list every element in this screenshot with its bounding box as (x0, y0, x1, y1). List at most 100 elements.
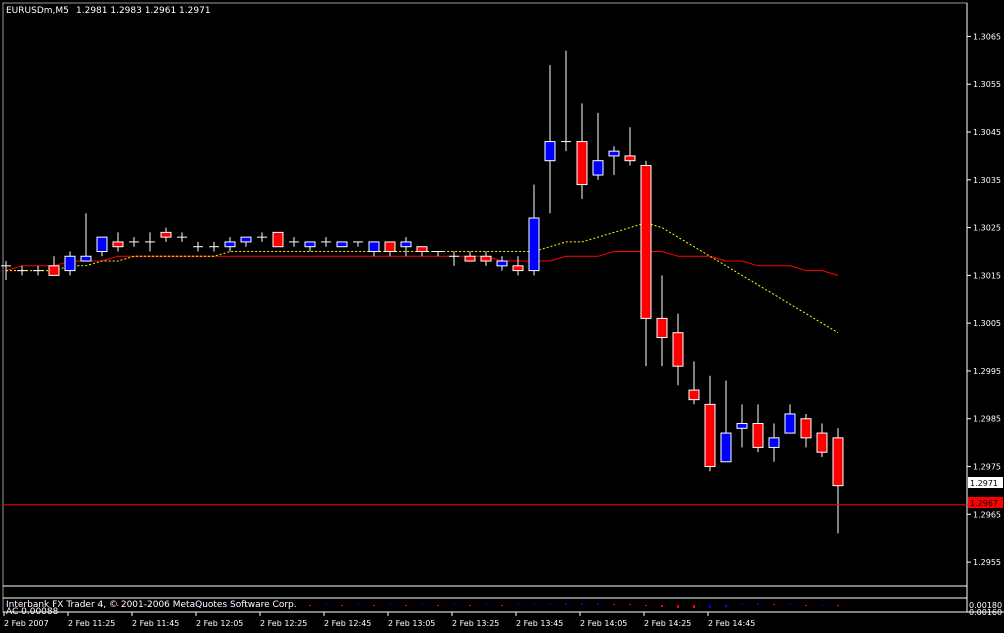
ac-bar (613, 603, 615, 605)
ac-bar (437, 605, 439, 606)
candle (64, 251, 76, 276)
x-tick-label: 2 Feb 13:45 (516, 619, 563, 628)
candle (416, 246, 428, 257)
ac-bar (373, 605, 375, 606)
candle (736, 404, 748, 448)
candle-body (592, 160, 604, 176)
candle-body (480, 255, 492, 262)
candle (384, 241, 396, 257)
candle (272, 231, 284, 248)
candle-body (832, 437, 844, 487)
trading-chart[interactable]: 1.3065 1.3055 1.3045 1.3035 1.3025 1.3015 1.30… (0, 0, 1004, 629)
candle (336, 241, 348, 248)
candle-body (384, 241, 396, 252)
x-tick-label: 2 Feb 2007 (4, 619, 49, 628)
candles-layer (1, 50, 844, 534)
candle (704, 375, 716, 472)
candle (209, 241, 219, 252)
candle (832, 428, 844, 534)
ac-bar (453, 604, 455, 605)
candle-body (640, 164, 652, 319)
candle (33, 265, 43, 276)
candle (768, 423, 780, 462)
candle-body (496, 260, 508, 267)
candle-body (720, 432, 732, 463)
candle (464, 251, 476, 262)
x-tick-label: 2 Feb 13:25 (452, 619, 499, 628)
candle (784, 404, 796, 434)
y-tick-label: 1.3005 (973, 319, 1001, 328)
candle (624, 127, 636, 166)
candle-body (240, 236, 252, 243)
candle-body (576, 141, 588, 186)
candle (129, 237, 139, 247)
hline-price-tag: 1.2967 (970, 499, 998, 508)
candle-body (160, 231, 172, 238)
ac-bar (517, 604, 519, 605)
candle (800, 413, 812, 448)
ac-bar (357, 604, 359, 605)
y-tick-label: 1.2995 (973, 367, 1001, 376)
candle-body (336, 241, 348, 248)
ac-bar (661, 605, 663, 607)
ac-bar (773, 603, 775, 605)
candle (672, 313, 684, 386)
candle-body (416, 246, 428, 252)
y-tick-label: 1.2955 (973, 558, 1001, 567)
candle (257, 232, 267, 242)
ac-bar (549, 603, 551, 605)
candle-body (272, 231, 284, 248)
candle-body (672, 332, 684, 367)
candle (720, 380, 732, 463)
candle-body (48, 265, 60, 276)
candle (224, 237, 236, 252)
candle-body (64, 255, 76, 272)
chart-header-symbol: EURUSDm,M5 (6, 6, 69, 16)
ac-bar (725, 605, 727, 608)
x-tick-label: 2 Feb 13:05 (388, 619, 435, 628)
ac-bar (501, 605, 503, 606)
y-tick-label: 1.2985 (973, 415, 1001, 424)
ac-bar (837, 605, 839, 607)
candle-body (512, 265, 524, 272)
ac-bar (597, 603, 599, 605)
candle (193, 241, 203, 252)
ac-bar (581, 603, 583, 605)
candle (640, 160, 652, 367)
ac-bar (677, 605, 679, 608)
candle (321, 237, 331, 247)
candle (433, 250, 443, 257)
x-tick-label: 2 Feb 12:25 (260, 619, 307, 628)
ac-bar (405, 605, 407, 606)
candle (576, 103, 588, 199)
ac-bar (757, 603, 759, 605)
ac-bar (533, 604, 535, 605)
candle (656, 275, 668, 367)
candle-body (656, 317, 668, 339)
chart-canvas[interactable]: 1.3065 1.3055 1.3045 1.3035 1.3025 1.3015 1.30… (0, 0, 1004, 629)
candle-body (464, 255, 476, 262)
y-tick-label: 1.3045 (973, 128, 1001, 137)
candle-body (688, 389, 700, 401)
candle (561, 50, 571, 152)
y-tick-label: 1.3025 (973, 224, 1001, 233)
candle (112, 232, 124, 252)
x-tick-label: 2 Feb 12:05 (196, 619, 243, 628)
candle (496, 256, 508, 271)
candle-body (752, 423, 764, 448)
ma-fast-line (6, 222, 839, 334)
ac-bar (821, 605, 823, 606)
y-tick-label: 1.3055 (973, 80, 1001, 89)
subwindow-scale-bottom: 0.00160 (969, 608, 1002, 617)
candle (1, 261, 11, 281)
candle-body (544, 141, 556, 162)
candle (240, 236, 252, 247)
candle (80, 213, 92, 262)
ac-bar (341, 605, 343, 606)
candle-body (784, 413, 796, 434)
candle (145, 232, 155, 252)
candle-body (304, 241, 316, 248)
candle (544, 65, 556, 214)
candle (816, 423, 828, 457)
candle-body (400, 241, 412, 248)
